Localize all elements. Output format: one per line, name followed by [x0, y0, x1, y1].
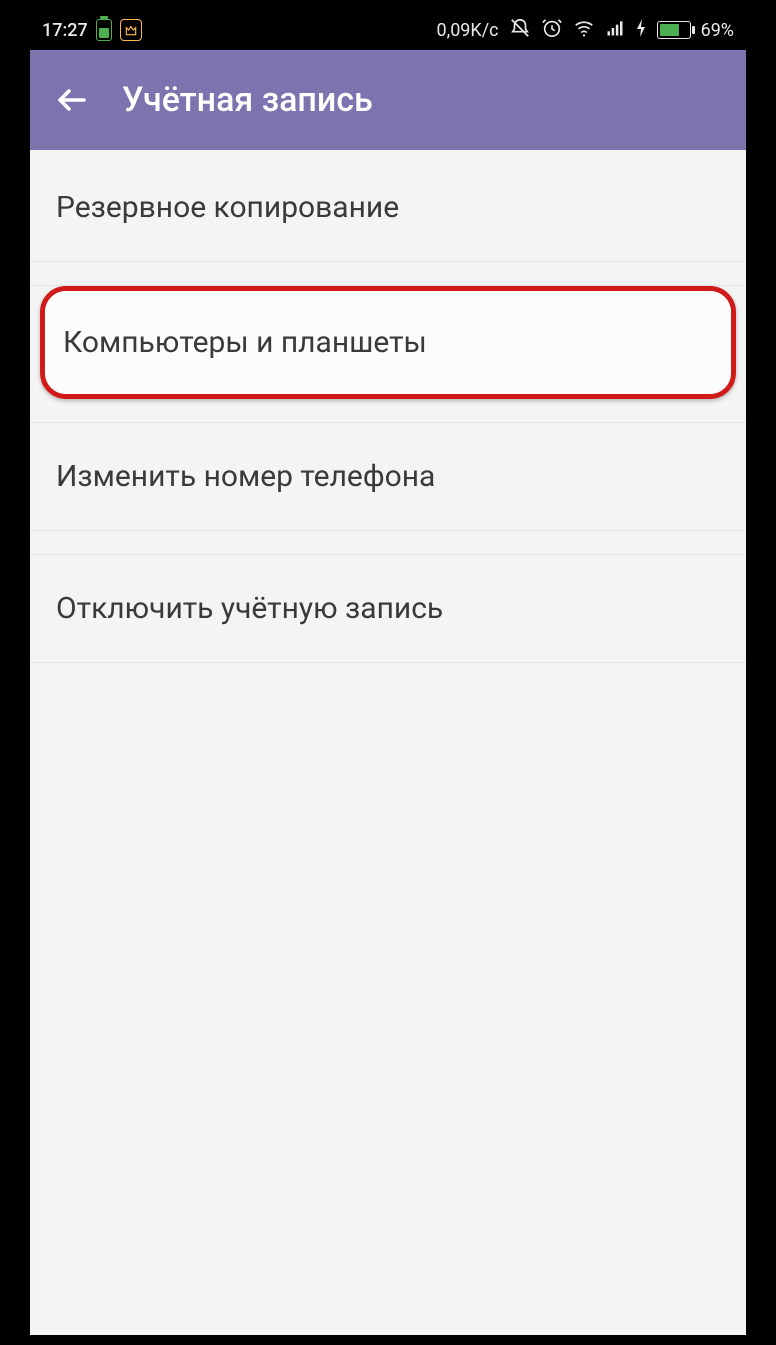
- charging-icon: [635, 18, 647, 43]
- alarm-icon: [541, 17, 563, 44]
- setting-backup[interactable]: Резервное копирование: [30, 154, 746, 262]
- battery-saver-icon: [96, 19, 112, 41]
- status-bar: 17:27 0,09K/c 69%: [30, 10, 746, 50]
- highlight-annotation: Компьютеры и планшеты: [40, 286, 736, 399]
- setting-label: Изменить номер телефона: [56, 459, 435, 494]
- app-notification-icon: [120, 19, 142, 41]
- battery-percent: 69%: [701, 20, 734, 41]
- arrow-left-icon: [54, 82, 90, 118]
- setting-label: Компьютеры и планшеты: [63, 325, 427, 360]
- signal-icon: [605, 18, 625, 43]
- battery-icon: [657, 21, 691, 39]
- list-gap: [30, 531, 746, 555]
- page-title: Учётная запись: [122, 80, 373, 120]
- screen: 17:27 0,09K/c 69%: [30, 10, 746, 1335]
- setting-deactivate-account[interactable]: Отключить учётную запись: [30, 555, 746, 663]
- wifi-icon: [573, 17, 595, 44]
- app-bar: Учётная запись: [30, 50, 746, 150]
- list-gap: [30, 262, 746, 286]
- data-rate: 0,09K/c: [437, 20, 499, 41]
- dnd-icon: [509, 17, 531, 44]
- back-button[interactable]: [50, 78, 94, 122]
- list-gap: [30, 399, 746, 423]
- setting-label: Резервное копирование: [56, 190, 399, 225]
- setting-computers-tablets[interactable]: Компьютеры и планшеты: [45, 291, 731, 394]
- status-time: 17:27: [42, 20, 88, 41]
- setting-change-phone[interactable]: Изменить номер телефона: [30, 423, 746, 531]
- settings-list: Резервное копирование Компьютеры и планш…: [30, 150, 746, 1335]
- setting-label: Отключить учётную запись: [56, 591, 443, 626]
